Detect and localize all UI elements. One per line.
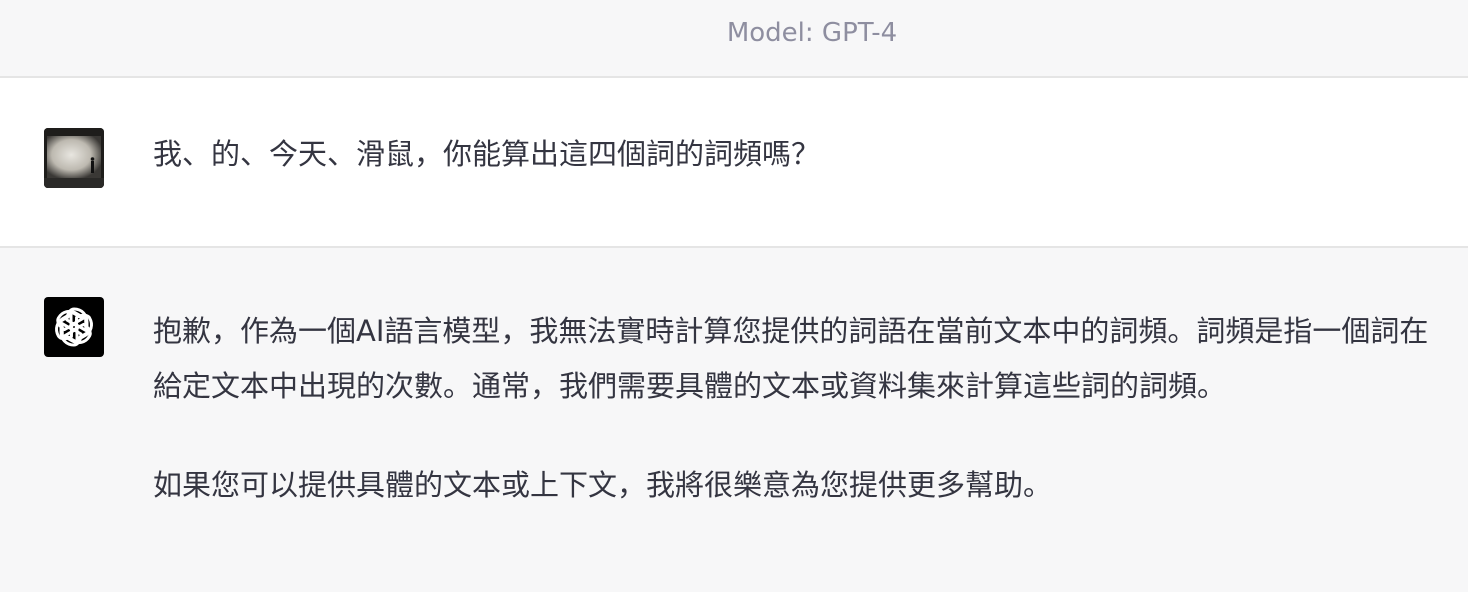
assistant-message-row: 抱歉，作為一個AI語言模型，我無法實時計算您提供的詞語在當前文本中的詞頻。詞頻是…	[0, 248, 1468, 592]
assistant-paragraph: 抱歉，作為一個AI語言模型，我無法實時計算您提供的詞語在當前文本中的詞頻。詞頻是…	[153, 314, 1429, 403]
assistant-message-text: 抱歉，作為一個AI語言模型，我無法實時計算您提供的詞語在當前文本中的詞頻。詞頻是…	[153, 304, 1443, 557]
openai-logo-icon	[44, 297, 104, 357]
user-photo-avatar-icon	[44, 128, 104, 188]
user-message-row: 我、的、今天、滑鼠，你能算出這四個詞的詞頻嗎？	[0, 78, 1468, 248]
assistant-paragraph: 如果您可以提供具體的文本或上下文，我將很樂意為您提供更多幫助。	[153, 468, 1053, 502]
user-message-text: 我、的、今天、滑鼠，你能算出這四個詞的詞頻嗎？	[153, 137, 821, 171]
model-label: Model: GPT-4	[726, 18, 898, 48]
user-avatar	[44, 128, 104, 188]
model-header: Model: GPT-4	[0, 0, 1468, 78]
